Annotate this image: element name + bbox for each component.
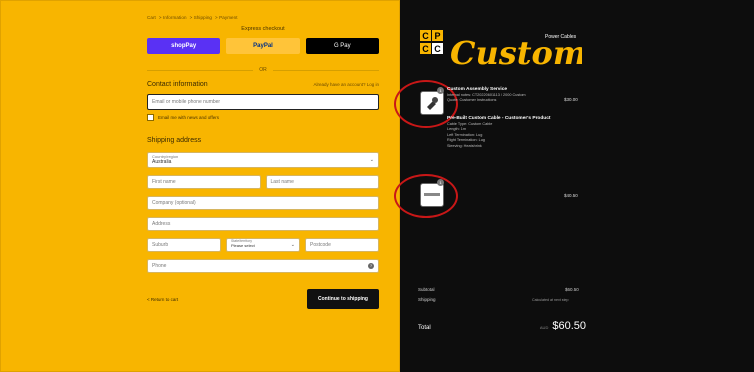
item-description: Custom Assembly Service Internal notes: … — [447, 87, 557, 104]
chevron-down-icon: ⌄ — [369, 157, 374, 163]
highlight-circle — [394, 174, 458, 218]
checkout-page: Cart > Information > Shipping > Payment Exp… — [0, 0, 754, 372]
email-field[interactable]: Email or mobile phone number — [147, 94, 379, 110]
suburb-placeholder: Suburb — [152, 242, 169, 248]
phone-placeholder: Phone — [152, 263, 167, 269]
shipping-heading: Shipping address — [147, 137, 202, 144]
logo-initial-3: C — [422, 44, 429, 54]
subtotal-value: $60.50 — [565, 287, 579, 292]
breadcrumb-information: Information — [163, 15, 187, 20]
breadcrumb: Cart > Information > Shipping > Payment — [147, 15, 238, 20]
item-line: Quote: Customer Instructions — [447, 98, 497, 103]
locality-row: Suburb State/territory Please select ⌄ P… — [147, 238, 379, 252]
return-to-cart-link[interactable]: < Return to cart — [147, 297, 178, 302]
phone-field[interactable]: Phone ? — [147, 259, 379, 273]
logo-initial-4: C — [434, 44, 441, 54]
total-label: Total — [418, 325, 431, 331]
logo-initial-2: P — [434, 31, 440, 41]
currency-code: AUD — [539, 325, 549, 330]
state-select[interactable]: State/territory Please select ⌄ — [226, 238, 300, 252]
breadcrumb-payment: Payment — [219, 15, 238, 20]
item-price: $40.50 — [564, 193, 578, 198]
postcode-placeholder: Postcode — [310, 242, 331, 248]
express-checkout-buttons: shopPay PayPal G Pay — [147, 38, 379, 54]
cpcc-logo: C P C C Custom Power Cables — [420, 30, 582, 70]
suburb-field[interactable]: Suburb — [147, 238, 221, 252]
express-checkout-heading: Express checkout — [241, 26, 285, 32]
continue-to-shipping-button[interactable]: Continue to shipping — [307, 289, 379, 309]
breadcrumb-cart[interactable]: Cart — [147, 15, 156, 20]
help-icon[interactable]: ? — [368, 263, 374, 269]
country-select[interactable]: Country/region Australia ⌄ — [147, 152, 379, 168]
shipping-value: Calculated at next step — [532, 298, 569, 302]
item-line: Sleeving: Heatshrink — [447, 143, 482, 148]
newsletter-checkbox[interactable] — [147, 114, 154, 121]
company-placeholder: Company (optional) — [152, 200, 196, 206]
newsletter-checkbox-row[interactable]: Email me with news and offers — [147, 114, 379, 121]
first-name-field[interactable]: First name — [147, 175, 261, 189]
contact-header: Contact information Already have an acco… — [147, 81, 379, 88]
or-divider: OR — [147, 67, 379, 73]
logo-initial-1: C — [422, 31, 429, 41]
shipping-label: Shipping — [418, 297, 436, 302]
form-footer: < Return to cart Continue to shipping — [147, 289, 379, 309]
company-field[interactable]: Company (optional) — [147, 196, 379, 210]
item-description: Pre-Built Custom Cable - Customer's Prod… — [447, 116, 557, 150]
address-field[interactable]: Address — [147, 217, 379, 231]
or-label: OR — [259, 67, 267, 73]
email-placeholder: Email or mobile phone number — [152, 99, 221, 105]
last-name-field[interactable]: Last name — [265, 175, 379, 189]
login-link[interactable]: Already have an account? Log in — [313, 82, 379, 87]
total-value: $60.50 — [552, 320, 586, 332]
shop-pay-button[interactable]: shopPay — [147, 38, 221, 54]
chevron-down-icon: ⌄ — [290, 242, 295, 248]
contact-heading: Contact information — [147, 81, 208, 88]
google-pay-button[interactable]: G Pay — [305, 38, 379, 54]
item-title: Pre-Built Custom Cable - Customer's Prod… — [447, 116, 551, 121]
checkout-form-panel: Cart > Information > Shipping > Payment Exp… — [0, 0, 400, 372]
logo-subtitle: Power Cables — [545, 34, 577, 40]
postcode-field[interactable]: Postcode — [305, 238, 379, 252]
newsletter-label: Email me with news and offers — [158, 115, 219, 120]
country-value: Australia — [152, 159, 172, 165]
checkout-form: Cart > Information > Shipping > Payment Exp… — [147, 15, 379, 309]
paypal-button[interactable]: PayPal — [226, 38, 300, 54]
state-value: Please select — [231, 243, 255, 248]
total-row: Total AUD $60.50 — [418, 316, 586, 334]
last-name-placeholder: Last name — [270, 179, 294, 185]
breadcrumb-shipping: Shipping — [193, 15, 213, 20]
first-name-placeholder: First name — [152, 179, 176, 185]
item-price: $30.00 — [564, 97, 578, 102]
subtotal-label: Subtotal — [418, 287, 435, 292]
address-placeholder: Address — [152, 221, 171, 227]
name-row: First name Last name — [147, 175, 379, 189]
